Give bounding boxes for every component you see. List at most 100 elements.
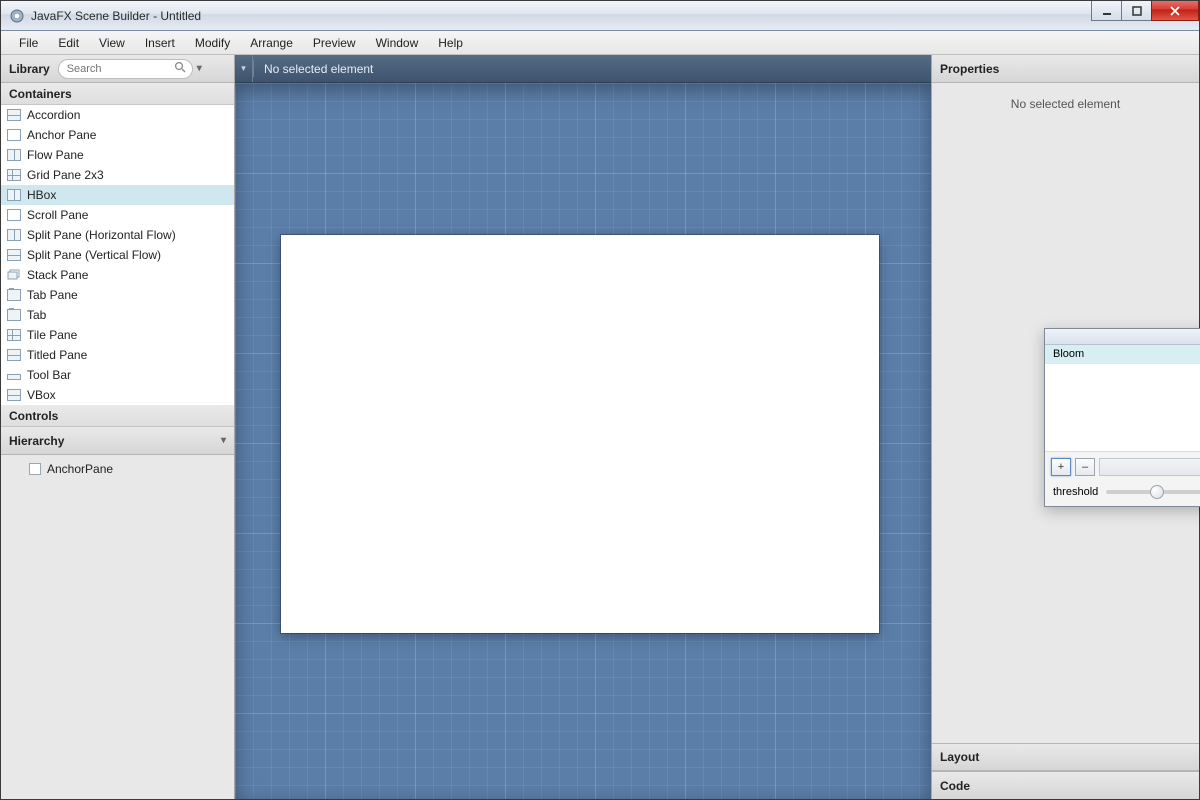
library-item-label: Titled Pane [27, 348, 87, 362]
library-item-label: Tab [27, 308, 46, 322]
slider-thumb[interactable] [1150, 485, 1164, 499]
library-item[interactable]: Tile Pane [1, 325, 234, 345]
split-pane-horizontal-flow--icon [7, 229, 21, 241]
code-header[interactable]: Code [932, 771, 1199, 799]
library-header[interactable]: Library ▾ [1, 55, 234, 83]
popup-titlebar[interactable] [1045, 329, 1200, 345]
library-label: Library [9, 62, 50, 76]
layout-header[interactable]: Layout [932, 743, 1199, 771]
titlebar[interactable]: JavaFX Scene Builder - Untitled [1, 1, 1199, 31]
controls-section-header[interactable]: Controls [1, 405, 234, 427]
grid-pane-2x3-icon [7, 169, 21, 181]
threshold-label: threshold [1053, 486, 1098, 498]
search-icon [174, 61, 186, 76]
library-item[interactable]: Tab Pane [1, 285, 234, 305]
menu-view[interactable]: View [91, 34, 133, 52]
library-item-label: Tool Bar [27, 368, 71, 382]
artboard[interactable] [281, 235, 879, 633]
main-area: Library ▾ Containers Accordion Anchor Pan… [1, 55, 1199, 799]
tab-pane-icon [7, 289, 21, 301]
app-icon [9, 8, 25, 24]
effect-list-item[interactable]: Bloom [1045, 345, 1200, 364]
properties-label: Properties [940, 62, 999, 76]
flow-pane-icon [7, 149, 21, 161]
library-item-label: HBox [27, 188, 56, 202]
properties-header[interactable]: Properties [932, 55, 1199, 83]
tool-bar-icon [7, 374, 21, 380]
library-item[interactable]: Split Pane (Vertical Flow) [1, 245, 234, 265]
properties-empty-text: No selected element [1011, 97, 1120, 111]
threshold-slider[interactable] [1106, 490, 1200, 494]
hierarchy-label: Hierarchy [9, 434, 64, 448]
library-search[interactable] [58, 59, 193, 79]
menu-modify[interactable]: Modify [187, 34, 238, 52]
containers-label: Containers [9, 87, 72, 101]
library-item[interactable]: Accordion [1, 105, 234, 125]
library-item[interactable]: HBox [1, 185, 234, 205]
chevron-down-icon[interactable]: ▾ [221, 435, 226, 446]
hierarchy-header[interactable]: Hierarchy ▾ [1, 427, 234, 455]
library-item[interactable]: Flow Pane [1, 145, 234, 165]
minimize-button[interactable] [1091, 1, 1121, 21]
add-effect-button[interactable]: + [1051, 458, 1071, 476]
effects-popup[interactable]: Bloom + – threshold [1044, 328, 1200, 507]
library-item[interactable]: Tool Bar [1, 365, 234, 385]
breadcrumb-dropdown[interactable]: ▾ [235, 55, 253, 82]
menu-edit[interactable]: Edit [50, 34, 87, 52]
library-item[interactable]: Titled Pane [1, 345, 234, 365]
window-title: JavaFX Scene Builder - Untitled [31, 9, 201, 23]
maximize-button[interactable] [1121, 1, 1151, 21]
library-item-label: VBox [27, 388, 56, 402]
containers-list: Accordion Anchor Pane Flow Pane Grid Pane 2… [1, 105, 234, 405]
stack-pane-icon [7, 269, 21, 281]
hierarchy-root-item[interactable]: AnchorPane [1, 459, 234, 479]
library-item-label: Tab Pane [27, 288, 78, 302]
right-accordion-footer: Layout Code [932, 743, 1199, 799]
menu-insert[interactable]: Insert [137, 34, 183, 52]
search-input[interactable] [67, 63, 174, 75]
effect-toolbar-spacer [1099, 458, 1200, 476]
scroll-pane-icon [7, 209, 21, 221]
menu-preview[interactable]: Preview [305, 34, 364, 52]
vbox-icon [7, 389, 21, 401]
chevron-down-icon[interactable]: ▾ [197, 63, 202, 74]
remove-effect-button[interactable]: – [1075, 458, 1095, 476]
effect-buttons: + – [1045, 452, 1200, 482]
library-item-label: Split Pane (Vertical Flow) [27, 248, 161, 262]
effect-name: Bloom [1053, 348, 1084, 360]
center-panel: ▾ No selected element [235, 55, 931, 799]
effect-list-empty [1045, 364, 1200, 452]
menu-file[interactable]: File [11, 34, 46, 52]
design-canvas[interactable] [235, 83, 931, 799]
library-item[interactable]: Split Pane (Horizontal Flow) [1, 225, 234, 245]
library-item-label: Tile Pane [27, 328, 77, 342]
accordion-icon [7, 109, 21, 121]
library-item[interactable]: Grid Pane 2x3 [1, 165, 234, 185]
library-item-label: Flow Pane [27, 148, 84, 162]
library-item[interactable]: Anchor Pane [1, 125, 234, 145]
library-item[interactable]: Stack Pane [1, 265, 234, 285]
anchorpane-icon [29, 463, 41, 475]
library-item[interactable]: Tab [1, 305, 234, 325]
hbox-icon [7, 189, 21, 201]
library-item[interactable]: VBox [1, 385, 234, 405]
menu-window[interactable]: Window [368, 34, 427, 52]
tile-pane-icon [7, 329, 21, 341]
library-item-label: Split Pane (Horizontal Flow) [27, 228, 176, 242]
menubar: File Edit View Insert Modify Arrange Pre… [1, 31, 1199, 55]
layout-label: Layout [940, 750, 979, 764]
threshold-row: threshold [1045, 482, 1200, 506]
library-item-label: Accordion [27, 108, 80, 122]
hierarchy-tree: AnchorPane [1, 455, 234, 799]
menu-arrange[interactable]: Arrange [242, 34, 301, 52]
containers-section-header[interactable]: Containers [1, 83, 234, 105]
anchor-pane-icon [7, 129, 21, 141]
hierarchy-root-label: AnchorPane [47, 462, 113, 476]
library-item-label: Stack Pane [27, 268, 88, 282]
library-item[interactable]: Scroll Pane [1, 205, 234, 225]
close-button[interactable] [1151, 1, 1199, 21]
selection-text: No selected element [254, 62, 383, 76]
menu-help[interactable]: Help [430, 34, 471, 52]
library-item-label: Anchor Pane [27, 128, 96, 142]
library-item-label: Scroll Pane [27, 208, 88, 222]
